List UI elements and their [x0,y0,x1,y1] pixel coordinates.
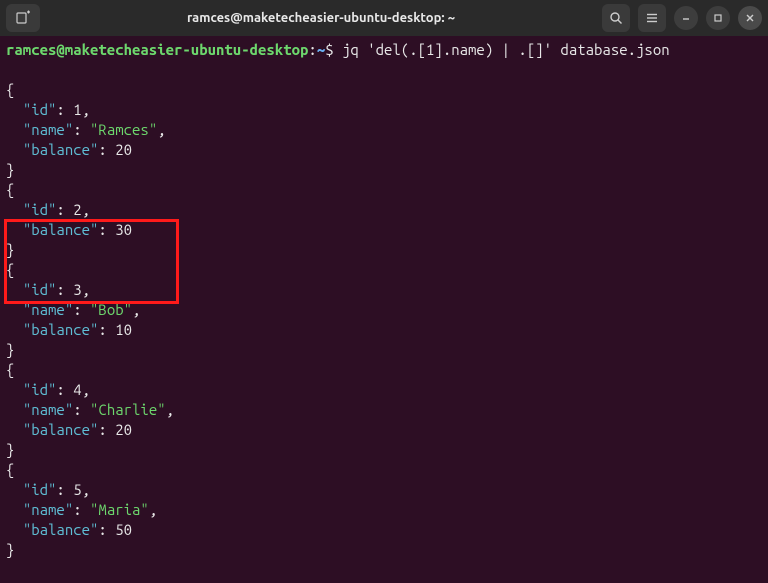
hamburger-icon [645,11,659,25]
new-tab-icon [15,10,31,26]
titlebar: ramces@maketecheasier-ubuntu-desktop: ~ [0,0,768,36]
close-icon [745,13,755,23]
minimize-icon [681,13,691,23]
search-icon [609,11,623,25]
search-button[interactable] [602,4,630,32]
terminal-area[interactable]: ramces@maketecheasier-ubuntu-desktop:~$ … [0,36,768,583]
terminal-output: ramces@maketecheasier-ubuntu-desktop:~$ … [6,40,762,560]
close-button[interactable] [738,6,762,30]
window-title: ramces@maketecheasier-ubuntu-desktop: ~ [46,11,596,25]
minimize-button[interactable] [674,6,698,30]
maximize-icon [713,13,723,23]
new-tab-button[interactable] [6,4,40,32]
window-controls [602,4,762,32]
maximize-button[interactable] [706,6,730,30]
menu-button[interactable] [638,4,666,32]
